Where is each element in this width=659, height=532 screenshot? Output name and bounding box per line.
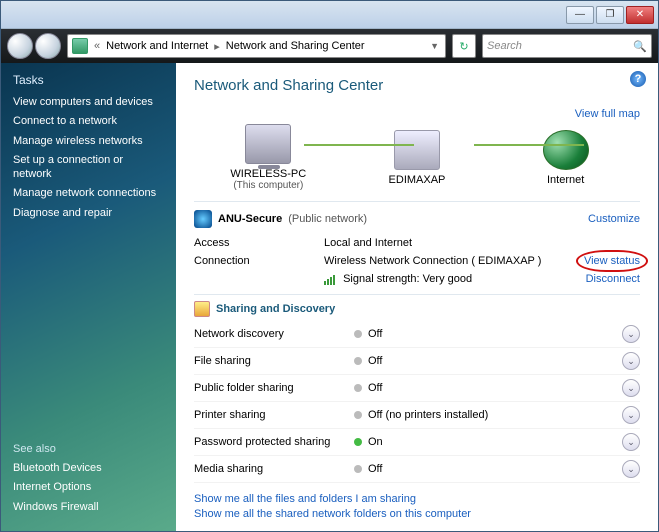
footer-link-files[interactable]: Show me all the files and folders I am s… bbox=[194, 493, 640, 505]
tasks-heading: Tasks bbox=[13, 73, 164, 87]
sharing-label: Public folder sharing bbox=[194, 382, 354, 394]
window: — ❐ ✕ « Network and Internet ▸ Network a… bbox=[0, 0, 659, 532]
access-label: Access bbox=[194, 237, 324, 249]
sharing-row: Printer sharingOff (no printers installe… bbox=[194, 402, 640, 429]
status-dot-icon bbox=[354, 384, 362, 392]
network-map: WIRELESS-PC (This computer) EDIMAXAP Int… bbox=[194, 124, 640, 191]
expand-button[interactable]: ⌄ bbox=[622, 352, 640, 370]
sharing-value: On bbox=[354, 436, 383, 448]
disconnect-link[interactable]: Disconnect bbox=[586, 273, 640, 285]
connection-value: Wireless Network Connection ( EDIMAXAP ) bbox=[324, 255, 584, 267]
connection-label: Connection bbox=[194, 255, 324, 267]
breadcrumb-part[interactable]: Network and Internet bbox=[106, 40, 208, 52]
breadcrumb-prefix: « bbox=[92, 40, 102, 52]
help-icon[interactable]: ? bbox=[630, 71, 646, 87]
titlebar: — ❐ ✕ bbox=[1, 1, 658, 29]
close-button[interactable]: ✕ bbox=[626, 6, 654, 24]
breadcrumb-dropdown-icon[interactable]: ▼ bbox=[428, 41, 441, 51]
sidebar: Tasks View computers and devices Connect… bbox=[1, 63, 176, 531]
sidebar-item-view-computers[interactable]: View computers and devices bbox=[13, 95, 164, 109]
expand-button[interactable]: ⌄ bbox=[622, 379, 640, 397]
node-label: EDIMAXAP bbox=[357, 174, 477, 186]
signal-label: Signal strength: bbox=[343, 273, 419, 285]
seealso-bluetooth[interactable]: Bluetooth Devices bbox=[13, 461, 164, 475]
view-full-map-link[interactable]: View full map bbox=[575, 108, 640, 120]
sidebar-item-connect-network[interactable]: Connect to a network bbox=[13, 114, 164, 128]
customize-link[interactable]: Customize bbox=[588, 213, 640, 225]
breadcrumb[interactable]: « Network and Internet ▸ Network and Sha… bbox=[67, 34, 446, 58]
connection-line bbox=[304, 144, 414, 146]
sharing-value: Off bbox=[354, 463, 382, 475]
signal-bars-icon bbox=[324, 273, 336, 285]
expand-button[interactable]: ⌄ bbox=[622, 433, 640, 451]
seealso-heading: See also bbox=[13, 443, 164, 455]
status-dot-icon bbox=[354, 330, 362, 338]
status-dot-icon bbox=[354, 465, 362, 473]
forward-button[interactable] bbox=[35, 33, 61, 59]
refresh-button[interactable]: ↻ bbox=[452, 34, 476, 58]
node-label: Internet bbox=[506, 174, 626, 186]
computer-icon bbox=[245, 124, 291, 164]
breadcrumb-sep: ▸ bbox=[212, 40, 222, 53]
footer-link-folders[interactable]: Show me all the shared network folders o… bbox=[194, 508, 640, 520]
search-placeholder: Search bbox=[487, 40, 522, 52]
node-access-point: EDIMAXAP bbox=[357, 130, 477, 186]
sharing-discovery-icon bbox=[194, 301, 210, 317]
sharing-label: Printer sharing bbox=[194, 409, 354, 421]
node-internet: Internet bbox=[506, 130, 626, 186]
sharing-row: Media sharingOff ⌄ bbox=[194, 456, 640, 483]
sharing-value: Off (no printers installed) bbox=[354, 409, 488, 421]
node-sublabel: (This computer) bbox=[208, 180, 328, 191]
maximize-button[interactable]: ❐ bbox=[596, 6, 624, 24]
sharing-value: Off bbox=[354, 328, 382, 340]
network-name: ANU-Secure bbox=[218, 213, 282, 225]
sharing-row: File sharingOff ⌄ bbox=[194, 348, 640, 375]
sidebar-item-diagnose[interactable]: Diagnose and repair bbox=[13, 206, 164, 220]
status-dot-icon bbox=[354, 357, 362, 365]
sidebar-item-manage-connections[interactable]: Manage network connections bbox=[13, 186, 164, 200]
sharing-value: Off bbox=[354, 355, 382, 367]
breadcrumb-part[interactable]: Network and Sharing Center bbox=[226, 40, 365, 52]
view-status-link[interactable]: View status bbox=[584, 255, 640, 267]
sharing-row: Public folder sharingOff ⌄ bbox=[194, 375, 640, 402]
sharing-label: Password protected sharing bbox=[194, 436, 354, 448]
page-title: Network and Sharing Center bbox=[194, 77, 640, 94]
sharing-label: Media sharing bbox=[194, 463, 354, 475]
connection-line bbox=[474, 144, 584, 146]
expand-button[interactable]: ⌄ bbox=[622, 406, 640, 424]
seealso-internet-options[interactable]: Internet Options bbox=[13, 480, 164, 494]
access-value: Local and Internet bbox=[324, 237, 640, 249]
sharing-row: Password protected sharingOn ⌄ bbox=[194, 429, 640, 456]
search-input[interactable]: Search 🔍 bbox=[482, 34, 652, 58]
minimize-button[interactable]: — bbox=[566, 6, 594, 24]
expand-button[interactable]: ⌄ bbox=[622, 460, 640, 478]
sharing-row: Network discoveryOff ⌄ bbox=[194, 321, 640, 348]
sidebar-item-setup-connection[interactable]: Set up a connection or network bbox=[13, 153, 164, 182]
expand-button[interactable]: ⌄ bbox=[622, 325, 640, 343]
status-dot-icon bbox=[354, 411, 362, 419]
node-this-computer: WIRELESS-PC (This computer) bbox=[208, 124, 328, 191]
back-button[interactable] bbox=[7, 33, 33, 59]
navbar: « Network and Internet ▸ Network and Sha… bbox=[1, 29, 658, 63]
search-icon: 🔍 bbox=[633, 40, 647, 53]
router-icon bbox=[394, 130, 440, 170]
sharing-heading: Sharing and Discovery bbox=[216, 303, 335, 315]
network-type: (Public network) bbox=[288, 213, 367, 225]
node-label: WIRELESS-PC bbox=[208, 168, 328, 180]
sharing-label: File sharing bbox=[194, 355, 354, 367]
globe-icon bbox=[543, 130, 589, 170]
seealso-windows-firewall[interactable]: Windows Firewall bbox=[13, 500, 164, 514]
network-shield-icon bbox=[194, 210, 212, 228]
sharing-value: Off bbox=[354, 382, 382, 394]
content: ? Network and Sharing Center View full m… bbox=[176, 63, 658, 531]
control-panel-icon bbox=[72, 38, 88, 54]
signal-value: Very good bbox=[423, 273, 473, 285]
status-dot-icon bbox=[354, 438, 362, 446]
sidebar-item-manage-wireless[interactable]: Manage wireless networks bbox=[13, 134, 164, 148]
sharing-label: Network discovery bbox=[194, 328, 354, 340]
